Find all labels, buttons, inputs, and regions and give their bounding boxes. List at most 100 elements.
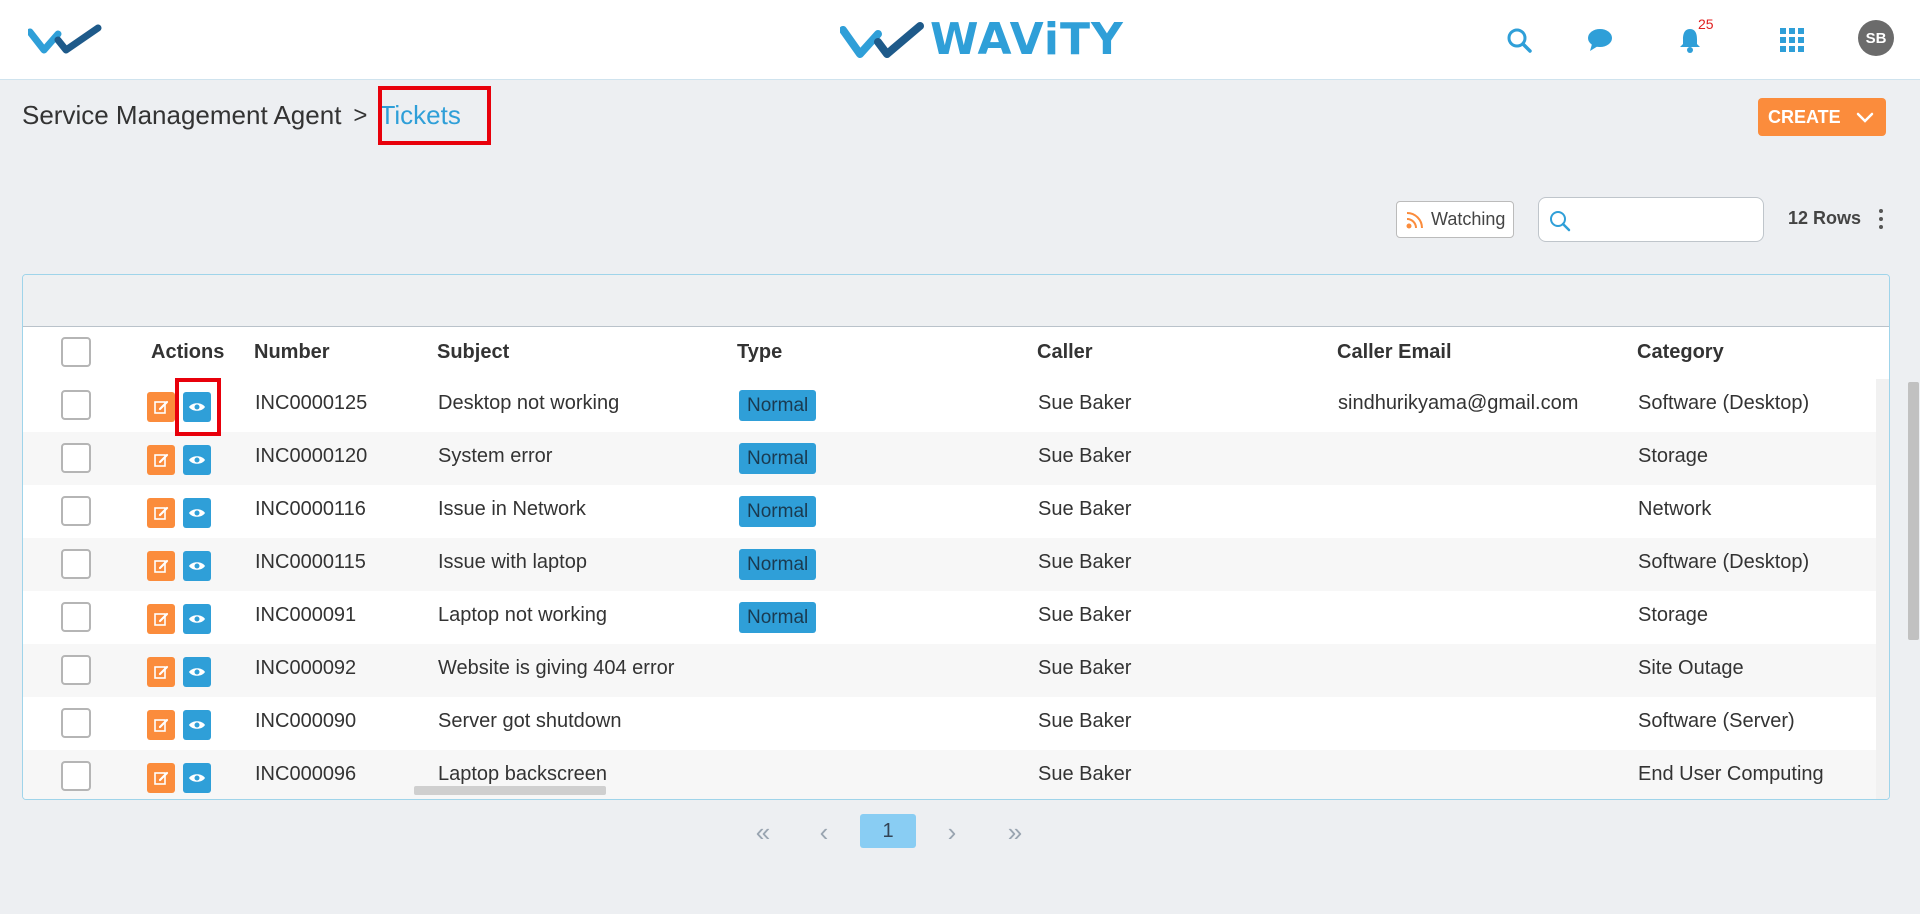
horizontal-scrollbar-thumb[interactable]	[414, 786, 606, 795]
chevron-down-icon	[1856, 112, 1874, 123]
table-row[interactable]: INC000096 Laptop backscreen Sue Baker End U…	[23, 750, 1877, 799]
previous-page-button[interactable]: ‹	[812, 816, 836, 848]
vertical-scrollbar-thumb[interactable]	[1908, 382, 1919, 640]
ticket-number[interactable]: INC000096	[255, 763, 356, 786]
ticket-number[interactable]: INC0000120	[255, 445, 367, 468]
row-checkbox[interactable]	[61, 443, 91, 473]
ticket-subject: System error	[438, 445, 553, 467]
view-button[interactable]	[183, 498, 211, 528]
edit-icon	[154, 612, 169, 626]
brand-logo: WAViTY	[840, 14, 1124, 65]
ticket-category: Software (Desktop)	[1638, 392, 1810, 414]
column-header-number[interactable]: Number	[254, 341, 330, 364]
search-icon	[1550, 211, 1571, 232]
next-page-button[interactable]: ›	[940, 816, 964, 848]
ticket-subject: Issue with laptop	[438, 551, 587, 573]
column-header-caller[interactable]: Caller	[1037, 341, 1093, 364]
first-page-button[interactable]: «	[748, 816, 778, 848]
edit-button[interactable]	[147, 498, 175, 528]
ticket-number[interactable]: INC000090	[255, 710, 356, 733]
more-options-icon[interactable]	[1874, 206, 1888, 232]
column-header-subject[interactable]: Subject	[437, 341, 509, 364]
search-icon[interactable]	[1503, 24, 1535, 56]
edit-icon	[154, 400, 169, 414]
edit-button[interactable]	[147, 392, 175, 422]
highlight-box-view-button	[175, 378, 221, 436]
edit-button[interactable]	[147, 657, 175, 687]
eye-icon	[189, 721, 205, 729]
row-checkbox[interactable]	[61, 761, 91, 791]
rss-icon	[1406, 211, 1423, 228]
user-avatar[interactable]: SB	[1858, 20, 1894, 56]
table-row[interactable]: INC0000115 Issue with laptop Normal Sue Bak…	[23, 538, 1877, 591]
ticket-category: Software (Server)	[1638, 710, 1795, 732]
search-input[interactable]	[1579, 206, 1755, 234]
ticket-caller-email: sindhurikyama@gmail.com	[1338, 392, 1579, 414]
edit-button[interactable]	[147, 710, 175, 740]
current-page[interactable]: 1	[860, 814, 916, 848]
app-logo-icon[interactable]	[26, 22, 102, 61]
ticket-subject: Server got shutdown	[438, 710, 622, 732]
edit-icon	[154, 771, 169, 785]
row-checkbox[interactable]	[61, 549, 91, 579]
top-bar: WAViTY 25 SB	[0, 0, 1920, 80]
breadcrumb-parent[interactable]: Service Management Agent	[22, 100, 341, 131]
view-button[interactable]	[183, 710, 211, 740]
view-button[interactable]	[183, 604, 211, 634]
tickets-table: Actions Number Subject Type Caller Calle…	[22, 274, 1890, 800]
table-search[interactable]	[1538, 197, 1764, 242]
eye-icon	[189, 668, 205, 676]
view-button[interactable]	[183, 657, 211, 687]
ticket-subject: Desktop not working	[438, 392, 620, 414]
brand-name: WAViTY	[930, 14, 1124, 65]
last-page-button[interactable]: »	[1000, 816, 1030, 848]
view-button[interactable]	[183, 551, 211, 581]
table-header: Actions Number Subject Type Caller Calle…	[23, 327, 1889, 379]
edit-button[interactable]	[147, 604, 175, 634]
ticket-number[interactable]: INC000092	[255, 657, 356, 680]
table-row[interactable]: INC0000116 Issue in Network Normal Sue Bake…	[23, 485, 1877, 538]
type-badge: Normal	[739, 602, 817, 633]
eye-icon	[189, 615, 205, 623]
row-checkbox[interactable]	[61, 496, 91, 526]
column-header-type[interactable]: Type	[737, 341, 782, 364]
eye-icon	[189, 509, 205, 517]
column-header-actions[interactable]: Actions	[151, 341, 224, 364]
watching-button[interactable]: Watching	[1396, 201, 1514, 238]
table-row[interactable]: INC000090 Server got shutdown Sue Baker Sof…	[23, 697, 1877, 750]
row-checkbox[interactable]	[61, 655, 91, 685]
select-all-checkbox[interactable]	[61, 337, 91, 367]
row-checkbox[interactable]	[61, 390, 91, 420]
view-button[interactable]	[183, 763, 211, 793]
chat-icon[interactable]	[1584, 24, 1616, 56]
table-row[interactable]: INC0000120 System error Normal Sue Baker Sto…	[23, 432, 1877, 485]
type-badge: Normal	[739, 443, 817, 474]
view-button[interactable]	[183, 445, 211, 475]
table-row[interactable]: INC0000125 Desktop not working Normal Sue B…	[23, 379, 1877, 432]
table-row[interactable]: INC000091 Laptop not working Normal Sue Bak…	[23, 591, 1877, 644]
ticket-number[interactable]: INC0000115	[255, 551, 366, 574]
ticket-number[interactable]: INC0000116	[255, 498, 366, 521]
eye-icon	[189, 456, 205, 464]
edit-icon	[154, 559, 169, 573]
edit-button[interactable]	[147, 551, 175, 581]
ticket-number[interactable]: INC000091	[255, 604, 356, 627]
edit-button[interactable]	[147, 763, 175, 793]
create-button[interactable]: CREATE	[1758, 98, 1886, 136]
apps-grid-icon[interactable]	[1776, 24, 1808, 56]
ticket-number[interactable]: INC0000125	[255, 392, 367, 415]
table-row[interactable]: INC000092 Website is giving 404 error Sue …	[23, 644, 1877, 697]
edit-button[interactable]	[147, 445, 175, 475]
edit-icon	[154, 506, 169, 520]
ticket-subject: Laptop backscreen	[438, 763, 608, 785]
ticket-category: End User Computing	[1638, 763, 1824, 785]
brand-logo-icon	[840, 21, 924, 58]
row-checkbox[interactable]	[61, 602, 91, 632]
ticket-caller: Sue Baker	[1038, 657, 1132, 679]
column-header-category[interactable]: Category	[1637, 341, 1724, 364]
ticket-category: Storage	[1638, 445, 1709, 467]
column-header-caller-email[interactable]: Caller Email	[1337, 341, 1452, 364]
row-checkbox[interactable]	[61, 708, 91, 738]
eye-icon	[189, 562, 205, 570]
vertical-scrollbar[interactable]	[1876, 379, 1889, 799]
